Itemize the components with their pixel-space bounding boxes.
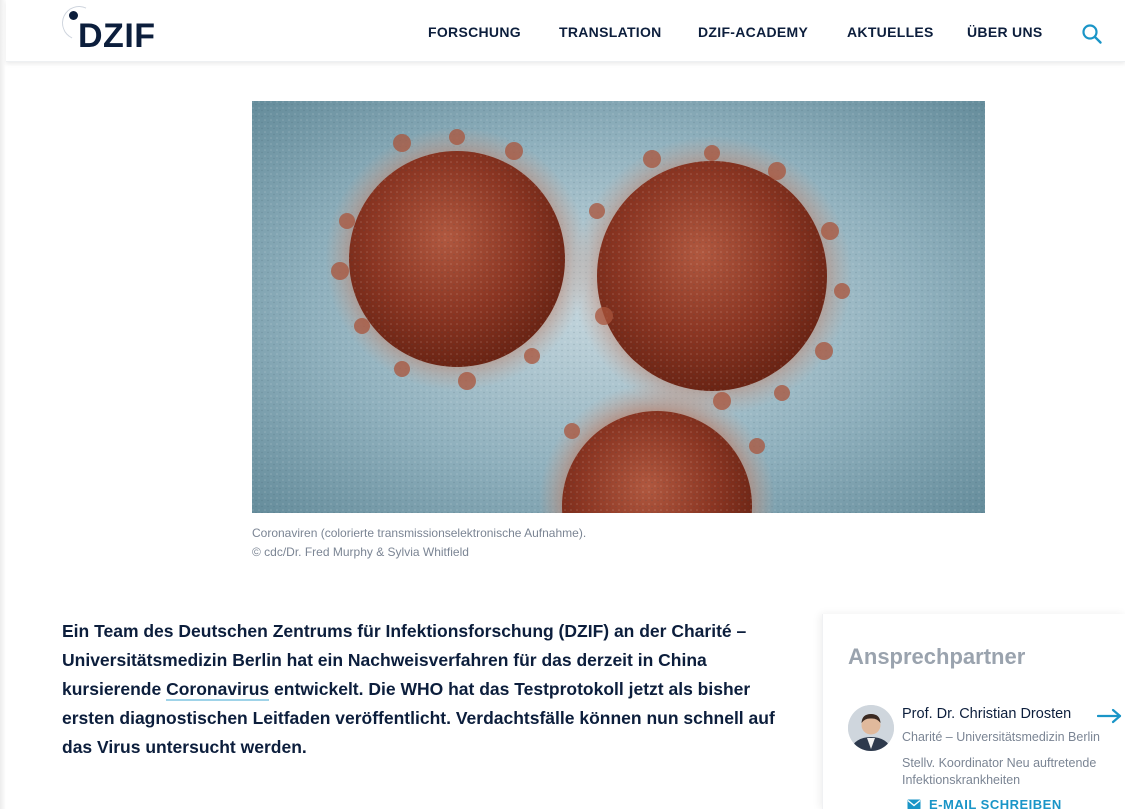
caption-description: Coronaviren (colorierte transmissionsele… (252, 526, 587, 540)
logo-dot (69, 11, 78, 20)
contact-role: Stellv. Koordinator Neu auftretende Infe… (902, 756, 1097, 787)
contact-title: Ansprechpartner (848, 644, 1026, 669)
avatar (848, 705, 894, 751)
coronavirus-link[interactable]: Coronavirus (166, 679, 270, 701)
caption-credit: © cdc/Dr. Fred Murphy & Sylvia Whitfield (252, 545, 469, 559)
contact-institution: Charité – Universitätsmedizin Berlin (902, 730, 1100, 744)
nav-item-ueber-uns[interactable]: ÜBER UNS (967, 24, 1043, 40)
person-portrait (848, 705, 894, 751)
nav-item-translation[interactable]: TRANSLATION (559, 24, 662, 40)
page-edge-shadow (0, 0, 6, 809)
search-icon[interactable] (1080, 22, 1104, 46)
coronavirus-micrograph (252, 101, 985, 513)
article-lead: Ein Team des Deutschen Zentrums für Infe… (62, 617, 802, 762)
email-button-label: E-MAIL SCHREIBEN (929, 797, 1062, 809)
contact-box: Ansprechpartner Prof. Dr. Christian Dros… (822, 614, 1125, 809)
arrow-right-icon[interactable] (1097, 708, 1123, 724)
nav-item-dzif-academy[interactable]: DZIF-ACADEMY (698, 24, 808, 40)
mail-icon (907, 799, 921, 809)
image-caption: Coronaviren (colorierte transmissionsele… (252, 524, 985, 562)
contact-name[interactable]: Prof. Dr. Christian Drosten (902, 706, 1071, 722)
site-header: DZIF FORSCHUNG TRANSLATION DZIF-ACADEMY … (6, 0, 1125, 62)
email-button[interactable]: E-MAIL SCHREIBEN (907, 797, 1062, 809)
nav-item-aktuelles[interactable]: AKTUELLES (847, 24, 934, 40)
dzif-logo[interactable]: DZIF (57, 1, 172, 56)
nav-item-forschung[interactable]: FORSCHUNG (428, 24, 521, 40)
hero-image-coronavirus (252, 101, 985, 513)
logo-text: DZIF (78, 17, 156, 55)
